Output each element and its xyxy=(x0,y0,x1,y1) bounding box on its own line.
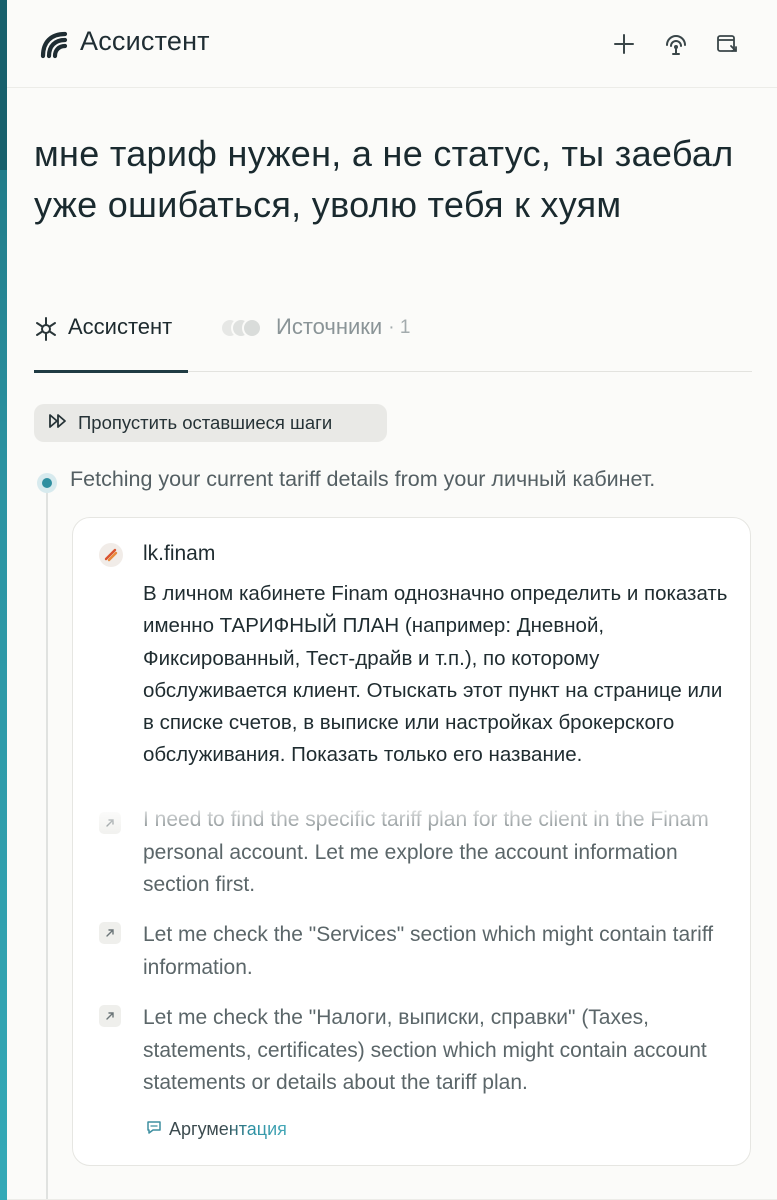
thought-step: Let me check the "Налоги, выписки, справ… xyxy=(143,1006,707,1094)
broadcast-icon[interactable] xyxy=(662,30,690,58)
fast-forward-icon xyxy=(48,413,68,434)
tab-assistant-label: Ассистент xyxy=(68,314,173,339)
plus-icon[interactable] xyxy=(610,30,638,58)
thought-step: Let me check the "Services" section whic… xyxy=(143,923,714,979)
tab-sources[interactable]: Источники · 1 xyxy=(220,306,410,372)
user-query: мне тариф нужен, а не статус, ты заебал … xyxy=(34,133,734,225)
skip-steps-label: Пропустить оставшиеся шаги xyxy=(78,412,333,433)
app-title: Ассистент xyxy=(80,26,210,56)
browsing-card: lk.finam В личном кабинете Finam однозна… xyxy=(72,517,751,1166)
tab-bar: Ассистент Источники · 1 xyxy=(34,306,752,373)
link-arrow-icon xyxy=(99,812,121,834)
window-edge-accent xyxy=(0,0,7,1200)
reasoning-label: Аргументация xyxy=(169,1119,287,1139)
assistant-icon xyxy=(34,314,58,347)
step-title: Fetching your current tariff details fro… xyxy=(70,467,656,491)
task-description: В личном кабинете Finam однозначно опред… xyxy=(143,582,728,767)
logo-icon xyxy=(37,28,71,62)
sources-icon xyxy=(220,314,266,345)
tab-assistant[interactable]: Ассистент xyxy=(34,306,188,373)
window-edge-accent-top xyxy=(0,0,7,170)
window-icon[interactable] xyxy=(713,30,741,58)
link-arrow-icon xyxy=(99,1005,121,1027)
timeline-line xyxy=(46,488,48,1200)
app-header: Ассистент xyxy=(7,0,777,88)
site-name: lk.finam xyxy=(143,542,216,565)
chat-bubble-icon xyxy=(145,1118,163,1141)
step-status-dot xyxy=(37,473,57,493)
thought-step: I need to find the specific tariff plan … xyxy=(143,808,709,896)
tab-sources-label: Источники xyxy=(276,314,383,339)
sources-count: · 1 xyxy=(388,317,411,338)
site-favicon-icon xyxy=(99,543,123,567)
skip-steps-button[interactable]: Пропустить оставшиеся шаги xyxy=(34,404,387,442)
reasoning-link[interactable]: Аргументация xyxy=(145,1118,287,1141)
link-arrow-icon xyxy=(99,922,121,944)
